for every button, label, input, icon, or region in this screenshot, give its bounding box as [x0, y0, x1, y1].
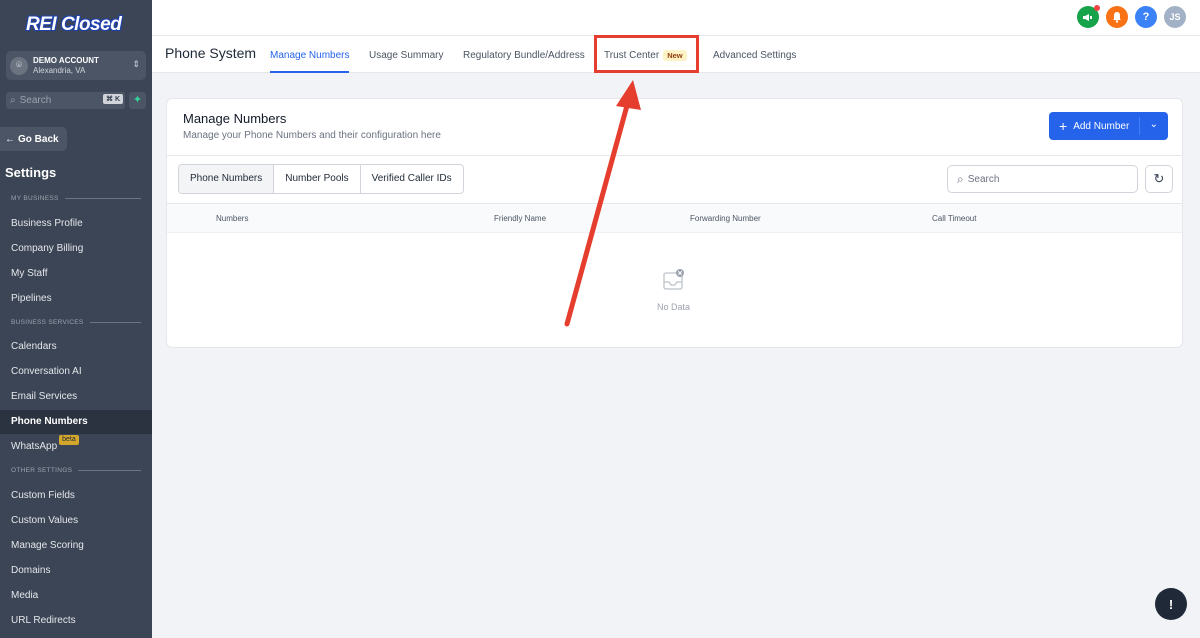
page-title: Phone System	[165, 45, 257, 61]
add-number-button[interactable]: + Add Number ⌄	[1049, 112, 1168, 140]
chevron-down-icon[interactable]: ⌄	[1150, 119, 1158, 130]
tab-regulatory-bundle[interactable]: Regulatory Bundle/Address	[463, 50, 585, 61]
sidebar-item-manage-scoring[interactable]: Manage Scoring	[0, 534, 152, 558]
number-type-segmented-control: Phone Numbers Number Pools Verified Call…	[178, 164, 464, 194]
search-shortcut: ⌘ K	[103, 94, 123, 104]
sidebar-item-phone-numbers[interactable]: Phone Numbers	[0, 410, 152, 434]
account-switcher[interactable]: ⌾ DEMO ACCOUNT Alexandria, VA ⇕	[6, 51, 146, 80]
sidebar-search-placeholder: Search	[19, 95, 52, 106]
help-icon[interactable]: ?	[1135, 6, 1157, 28]
settings-heading: Settings	[5, 165, 57, 180]
sidebar-search[interactable]: ⌕ Search ⌘ K	[6, 92, 125, 109]
go-back-button[interactable]: ← Go Back	[0, 127, 67, 151]
sidebar-item-email-services[interactable]: Email Services	[0, 385, 152, 409]
column-call-timeout: Call Timeout	[932, 214, 977, 223]
megaphone-icon[interactable]	[1077, 5, 1100, 28]
section-business-services: BUSINESS SERVICES	[11, 319, 141, 326]
feedback-chat-icon[interactable]: !	[1155, 588, 1187, 620]
card-subtitle: Manage your Phone Numbers and their conf…	[183, 130, 441, 141]
segment-phone-numbers[interactable]: Phone Numbers	[179, 165, 275, 193]
sidebar-item-my-staff[interactable]: My Staff	[0, 262, 152, 286]
sidebar-item-conversation-ai[interactable]: Conversation AI	[0, 360, 152, 384]
app-logo: REI Closed	[26, 14, 122, 35]
manage-numbers-card: Manage Numbers Manage your Phone Numbers…	[166, 98, 1183, 348]
search-icon: ⌕	[10, 95, 16, 106]
search-icon: ⌕	[957, 171, 964, 186]
top-bar: ? JS	[152, 0, 1200, 36]
column-forwarding-number: Forwarding Number	[690, 214, 761, 223]
table-header: Numbers Friendly Name Forwarding Number …	[167, 203, 1182, 233]
location-icon: ⌾	[10, 56, 28, 75]
beta-badge: beta	[59, 435, 79, 445]
sidebar-item-custom-fields[interactable]: Custom Fields	[0, 484, 152, 508]
arrow-left-icon: ←	[5, 133, 15, 145]
numbers-search-placeholder: Search	[967, 173, 1000, 185]
sidebar-item-media[interactable]: Media	[0, 584, 152, 608]
sidebar: REI Closed ⌾ DEMO ACCOUNT Alexandria, VA…	[0, 0, 152, 638]
segment-verified-caller-ids[interactable]: Verified Caller IDs	[361, 165, 463, 193]
sidebar-item-company-billing[interactable]: Company Billing	[0, 237, 152, 261]
refresh-icon[interactable]: ↻	[1145, 165, 1173, 193]
card-title: Manage Numbers	[183, 111, 287, 126]
sidebar-item-pipelines[interactable]: Pipelines	[0, 287, 152, 311]
go-back-label: Go Back	[18, 133, 59, 145]
annotation-highlight-box	[594, 35, 699, 73]
ai-spark-icon[interactable]: ✦	[129, 92, 146, 109]
tab-usage-summary[interactable]: Usage Summary	[369, 50, 443, 61]
column-friendly-name: Friendly Name	[494, 214, 547, 223]
sidebar-item-business-profile[interactable]: Business Profile	[0, 212, 152, 236]
tab-advanced-settings[interactable]: Advanced Settings	[713, 50, 796, 61]
sidebar-item-whatsapp[interactable]: WhatsAppbeta	[0, 435, 152, 459]
sidebar-item-domains[interactable]: Domains	[0, 559, 152, 583]
column-numbers: Numbers	[216, 214, 249, 223]
section-other-settings: OTHER SETTINGS	[11, 467, 141, 474]
chevron-updown-icon: ⇕	[132, 59, 140, 69]
plus-icon: +	[1059, 118, 1068, 134]
user-avatar[interactable]: JS	[1164, 6, 1186, 28]
empty-inbox-icon	[663, 269, 684, 290]
numbers-search-input[interactable]: ⌕ Search	[947, 165, 1138, 193]
sidebar-item-url-redirects[interactable]: URL Redirects	[0, 609, 152, 633]
bell-icon[interactable]	[1106, 6, 1128, 28]
tab-manage-numbers[interactable]: Manage Numbers	[270, 50, 350, 73]
section-my-business: MY BUSINESS	[11, 195, 141, 202]
empty-state-text: No Data	[657, 302, 691, 312]
sidebar-item-label: WhatsApp	[11, 441, 58, 452]
account-location: Alexandria, VA	[33, 65, 86, 75]
account-name: DEMO ACCOUNT	[33, 55, 99, 65]
segment-number-pools[interactable]: Number Pools	[274, 165, 361, 193]
sidebar-item-calendars[interactable]: Calendars	[0, 335, 152, 359]
add-number-label: Add Number	[1073, 120, 1130, 132]
sidebar-item-custom-values[interactable]: Custom Values	[0, 509, 152, 533]
